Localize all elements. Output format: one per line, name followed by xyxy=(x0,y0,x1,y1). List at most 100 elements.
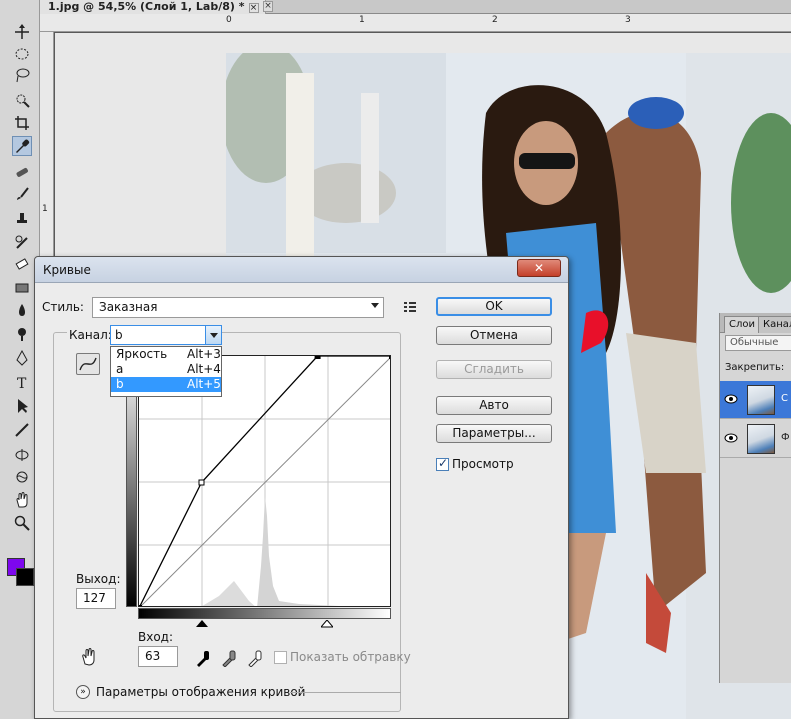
quick-select-tool[interactable] xyxy=(12,90,32,110)
cancel-button[interactable]: Отмена xyxy=(436,326,552,345)
ruler-label: 3 xyxy=(625,15,631,25)
line-tool[interactable] xyxy=(12,420,32,440)
channel-option-b[interactable]: b Alt+5 xyxy=(111,377,221,392)
dodge-tool[interactable] xyxy=(12,324,32,344)
move-tool[interactable] xyxy=(12,22,32,42)
blur-tool[interactable] xyxy=(12,300,32,320)
white-point-slider[interactable] xyxy=(321,620,333,628)
marquee-icon xyxy=(15,48,29,60)
eyedropper-tool[interactable] xyxy=(12,136,32,156)
expand-icon[interactable]: » xyxy=(76,685,90,699)
gradient-tool[interactable] xyxy=(12,278,32,298)
option-label: a xyxy=(116,362,124,376)
channel-option-a[interactable]: a Alt+4 xyxy=(111,362,221,377)
healing-tool[interactable] xyxy=(12,162,32,182)
path-select-tool[interactable] xyxy=(12,396,32,416)
pen-icon xyxy=(16,350,28,366)
hand-icon xyxy=(16,492,28,508)
option-shortcut: Alt+4 xyxy=(187,362,221,376)
curve-point[interactable] xyxy=(389,356,392,359)
document-tab[interactable]: 1.jpg @ 54,5% (Слой 1, Lab/8) * × xyxy=(40,0,266,14)
brush-tool[interactable] xyxy=(12,184,32,204)
tab-channels[interactable]: Канал xyxy=(758,316,791,333)
type-icon: T xyxy=(17,376,27,390)
show-clipping-checkbox[interactable] xyxy=(274,651,287,664)
auto-button[interactable]: Авто xyxy=(436,396,552,415)
input-field[interactable]: 63 xyxy=(138,646,178,667)
preview-checkbox[interactable] xyxy=(436,456,449,471)
curve-display-options-label[interactable]: Параметры отображения кривой xyxy=(96,685,305,699)
white-eyedropper-icon[interactable] xyxy=(247,649,263,667)
stamp-tool[interactable] xyxy=(12,208,32,228)
3d-orbit-tool[interactable] xyxy=(12,467,32,487)
3d-rotate-tool[interactable] xyxy=(12,445,32,465)
tab-layers[interactable]: Слои xyxy=(724,316,760,333)
layer-thumbnail xyxy=(747,385,775,415)
hand-adjust-icon[interactable] xyxy=(79,648,99,666)
divider xyxy=(290,692,401,693)
layer-row[interactable]: Ф xyxy=(720,420,791,458)
ruler-label: 1 xyxy=(359,15,365,25)
curve-icon xyxy=(79,357,97,371)
stamp-icon xyxy=(17,213,27,223)
history-brush-tool[interactable] xyxy=(12,232,32,252)
zoom-icon xyxy=(14,515,30,531)
background-color-swatch[interactable] xyxy=(16,568,34,586)
hand-tool[interactable] xyxy=(12,490,32,510)
layer-thumbnail xyxy=(747,424,775,454)
close-button[interactable]: ✕ xyxy=(517,259,561,277)
3d-rotate-icon xyxy=(15,449,29,461)
style-label: Стиль: xyxy=(42,300,84,314)
channel-dropdown: Яркость Alt+3 a Alt+4 b Alt+5 xyxy=(110,346,222,397)
curve-point[interactable] xyxy=(314,356,321,359)
type-tool[interactable]: T xyxy=(12,372,32,392)
chevron-down-icon[interactable] xyxy=(205,326,221,344)
input-label: Вход: xyxy=(138,630,174,644)
eraser-tool[interactable] xyxy=(12,254,32,274)
preset-menu-icon[interactable] xyxy=(402,298,418,314)
option-shortcut: Alt+3 xyxy=(187,347,221,361)
move-icon xyxy=(15,24,29,39)
channel-value: b xyxy=(115,328,123,342)
option-shortcut: Alt+5 xyxy=(187,377,221,391)
lasso-icon xyxy=(16,68,30,83)
dodge-icon xyxy=(18,328,26,341)
pen-tool[interactable] xyxy=(12,348,32,368)
3d-orbit-icon xyxy=(16,471,28,483)
healing-icon xyxy=(16,168,28,177)
options-button[interactable]: Параметры... xyxy=(436,424,552,443)
blend-mode-select[interactable]: Обычные xyxy=(725,335,791,351)
eraser-icon xyxy=(15,258,29,270)
ok-button[interactable]: OK xyxy=(436,297,552,316)
history-brush-icon xyxy=(15,235,28,249)
channel-label: Канал: xyxy=(67,328,114,342)
channel-select[interactable]: b xyxy=(110,325,222,345)
black-point-slider[interactable] xyxy=(196,620,208,628)
eye-icon[interactable] xyxy=(724,393,738,405)
curve-point[interactable] xyxy=(139,605,142,608)
style-select[interactable]: Заказная xyxy=(92,297,384,318)
close-tab-icon[interactable]: × xyxy=(248,3,259,13)
close-second-tab-icon[interactable]: × xyxy=(263,1,273,12)
ruler-label: 1 xyxy=(42,204,48,214)
curve-edit-tool[interactable] xyxy=(76,353,100,375)
layer-row[interactable]: С xyxy=(720,381,791,419)
output-label: Выход: xyxy=(76,572,121,586)
curves-dialog: Кривые ✕ Стиль: Заказная OK Отмена Сглад… xyxy=(34,256,569,719)
curve-point[interactable] xyxy=(198,479,205,486)
histogram xyxy=(257,496,339,606)
eye-icon[interactable] xyxy=(724,432,738,444)
dialog-titlebar[interactable]: Кривые ✕ xyxy=(35,257,568,283)
gray-eyedropper-icon[interactable] xyxy=(221,649,237,667)
smooth-button[interactable]: Сгладить xyxy=(436,360,552,379)
marquee-tool[interactable] xyxy=(12,44,32,64)
lock-label: Закрепить: xyxy=(725,362,785,373)
preview-label: Просмотр xyxy=(452,457,514,471)
black-eyedropper-icon[interactable] xyxy=(195,649,211,667)
zoom-tool[interactable] xyxy=(12,513,32,533)
channel-option-lightness[interactable]: Яркость Alt+3 xyxy=(111,347,221,362)
lasso-tool[interactable] xyxy=(12,65,32,85)
document-title: 1.jpg @ 54,5% (Слой 1, Lab/8) * xyxy=(48,0,245,13)
output-field[interactable]: 127 xyxy=(76,588,116,609)
crop-tool[interactable] xyxy=(12,113,32,133)
